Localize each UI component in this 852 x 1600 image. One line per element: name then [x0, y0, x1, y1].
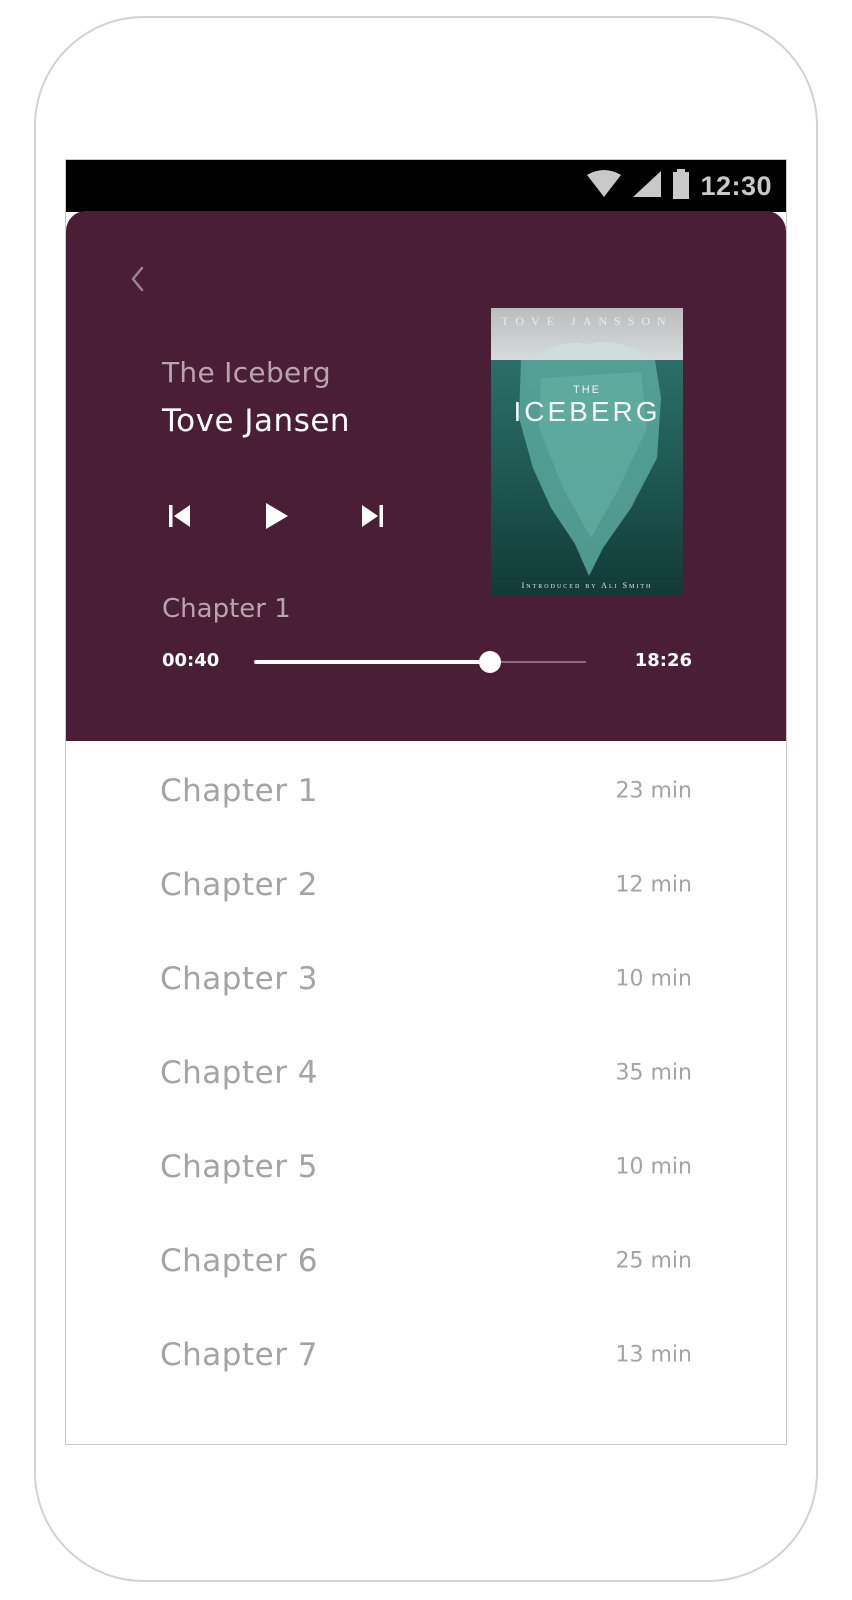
cover-the: THE: [573, 384, 601, 396]
skip-next-button[interactable]: [358, 498, 454, 538]
playback-controls: [166, 498, 454, 538]
chapter-row[interactable]: Chapter 4 35 min: [66, 1023, 786, 1117]
skip-next-icon: [358, 502, 386, 534]
battery-icon: [672, 169, 690, 203]
chapter-name: Chapter 6: [160, 1243, 319, 1279]
progress-thumb[interactable]: [478, 651, 501, 673]
book-title: The Iceberg: [162, 356, 331, 389]
chapter-duration: 23 min: [615, 778, 692, 804]
book-cover: TOVE JANSSON THE ICEBERG Introduced by A…: [491, 308, 683, 596]
chapter-row[interactable]: Chapter 3 10 min: [66, 929, 786, 1023]
chapter-name: Chapter 1: [160, 773, 319, 809]
progress-fill: [254, 660, 490, 664]
current-chapter: Chapter 1: [162, 594, 291, 624]
chapter-duration: 12 min: [615, 872, 692, 898]
status-icons: 12:30: [586, 160, 772, 212]
chapter-row[interactable]: Chapter 5 10 min: [66, 1117, 786, 1211]
chapter-duration: 25 min: [615, 1248, 692, 1274]
chapter-name: Chapter 7: [160, 1337, 319, 1373]
cover-title: ICEBERG: [513, 396, 661, 427]
time-elapsed: 00:40: [162, 650, 220, 671]
chapter-duration: 10 min: [615, 966, 692, 992]
wifi-icon: [586, 170, 622, 202]
chapter-row[interactable]: Chapter 2 12 min: [66, 835, 786, 929]
chapter-row[interactable]: Chapter 7 13 min: [66, 1305, 786, 1399]
chapter-name: Chapter 2: [160, 867, 319, 903]
player-header: The Iceberg Tove Jansen TOVE JANSSON THE…: [66, 211, 786, 741]
chapter-duration: 13 min: [615, 1342, 692, 1368]
time-total: 18:26: [634, 650, 692, 671]
back-icon[interactable]: [122, 263, 154, 295]
chapter-list: Chapter 1 23 min Chapter 2 12 min Chapter 3 1…: [66, 741, 786, 1399]
chapter-duration: 35 min: [615, 1060, 692, 1086]
signal-icon: [632, 170, 662, 202]
play-icon: [262, 501, 290, 535]
chapter-name: Chapter 5: [160, 1149, 319, 1185]
cover-art: [491, 308, 683, 596]
chapter-row[interactable]: Chapter 1 23 min: [66, 741, 786, 835]
chapter-row[interactable]: Chapter 6 25 min: [66, 1211, 786, 1305]
status-time: 12:30: [700, 170, 772, 201]
status-bar: 12:30: [66, 160, 786, 212]
progress-slider[interactable]: [254, 651, 586, 673]
cover-author: TOVE JANSSON: [501, 314, 673, 328]
cover-intro: Introduced by Ali Smith: [521, 581, 653, 590]
app-screen: 12:30 The Iceberg Tove Jansen TOVE JANSS…: [65, 159, 787, 1445]
skip-previous-icon: [166, 502, 194, 534]
chapter-name: Chapter 4: [160, 1055, 319, 1091]
skip-previous-button[interactable]: [166, 498, 262, 538]
chapter-duration: 10 min: [615, 1154, 692, 1180]
play-button[interactable]: [262, 498, 358, 538]
chapter-name: Chapter 3: [160, 961, 319, 997]
book-author: Tove Jansen: [162, 403, 351, 439]
